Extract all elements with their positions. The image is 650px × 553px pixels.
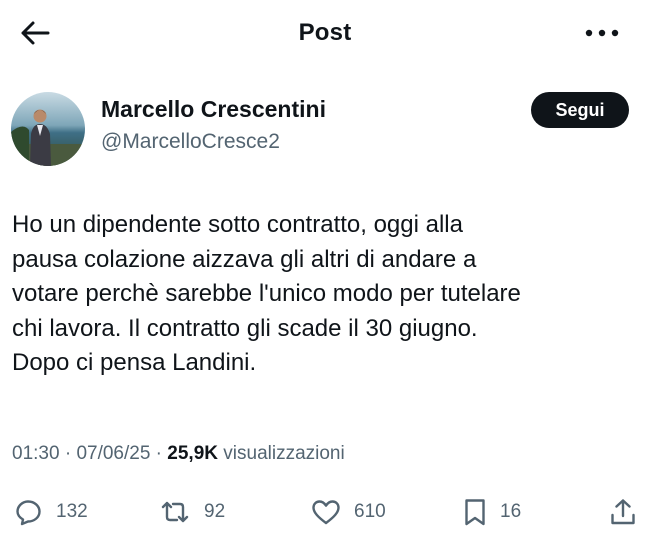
reply-count: 132 (56, 501, 88, 522)
post-text-line: Dopo ci pensa Landini. (12, 349, 257, 376)
post-date[interactable]: 07/06/25 (76, 443, 150, 464)
like-count: 610 (354, 501, 386, 522)
avatar-photo (11, 92, 85, 166)
reply-button[interactable]: 132 (14, 490, 88, 534)
reply-icon (16, 500, 41, 526)
views-label: visualizzazioni (218, 443, 345, 464)
post-time[interactable]: 01:30 (12, 443, 60, 464)
repost-button[interactable]: 92 (158, 490, 225, 534)
post-text-line: Ho un dipendente sotto contratto, oggi a… (12, 211, 463, 238)
post-text-line: pausa colazione aizzava gli altri di and… (12, 245, 477, 273)
avatar[interactable] (11, 92, 85, 166)
page-title: Post (298, 19, 352, 46)
author-display-name[interactable]: Marcello Crescentini (101, 96, 326, 123)
more-options-button[interactable] (580, 20, 624, 46)
post-meta: 01:30 · 07/06/25 · 25,9K visualizzazioni (12, 443, 345, 465)
heart-icon (312, 500, 340, 525)
bookmark-count: 16 (500, 501, 522, 522)
post-text-line: chi lavora. Il contratto gli scade il 30… (12, 314, 478, 342)
top-bar: Post (0, 0, 650, 66)
action-bar: 132 92 610 16 (0, 490, 650, 534)
bookmark-icon (465, 499, 485, 526)
post-text: Ho un dipendente sotto contratto, oggi a… (12, 208, 634, 381)
bookmark-button[interactable]: 16 (462, 490, 521, 534)
post-text-line: votare perchè sarebbe l'unico modo per t… (12, 280, 521, 307)
share-icon (611, 499, 635, 525)
meta-separator: · (59, 443, 77, 464)
like-button[interactable]: 610 (310, 490, 386, 534)
views-count[interactable]: 25,9K (167, 443, 218, 464)
author-handle[interactable]: @MarcelloCresce2 (101, 130, 280, 154)
repost-count: 92 (204, 501, 226, 522)
share-button[interactable] (608, 490, 638, 534)
more-horizontal-icon (585, 29, 619, 37)
follow-button[interactable]: Segui (531, 92, 629, 128)
repost-icon (161, 501, 189, 523)
meta-separator: · (150, 443, 168, 464)
